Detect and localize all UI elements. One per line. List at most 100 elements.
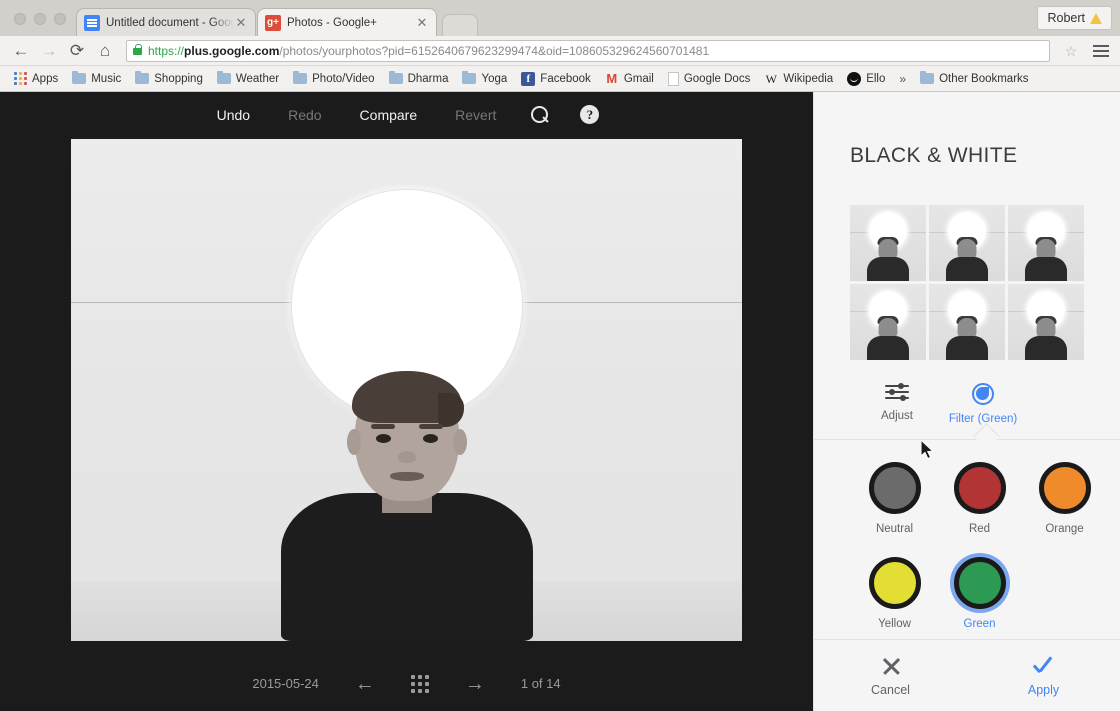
grid-view-button[interactable] — [393, 674, 447, 693]
bookmark-other-bookmarks[interactable]: Other Bookmarks — [914, 71, 1034, 87]
boy-mouth — [389, 472, 424, 481]
tab-title: Photos - Google+ — [287, 16, 377, 29]
preset-thumbnail-4[interactable] — [850, 284, 926, 360]
preset-thumbnail-3[interactable] — [1008, 205, 1084, 281]
grid-view-icon — [410, 674, 429, 693]
window-controls[interactable] — [8, 13, 76, 36]
bookmark-label: Photo/Video — [312, 72, 375, 85]
bookmark-label: Wikipedia — [783, 72, 834, 85]
boy-eyebrow-right — [418, 424, 443, 429]
apply-label: Apply — [1027, 682, 1060, 697]
filter-swatch-green[interactable]: Green — [937, 557, 1022, 630]
active-tab-notch — [814, 425, 1120, 435]
redo-button[interactable]: Redo — [269, 107, 340, 123]
photo-navigation-bar: 2015-05-24 ← → 1 of 14 — [0, 656, 813, 711]
folder-icon — [388, 71, 403, 84]
next-photo-button[interactable]: → — [447, 674, 503, 694]
photo-counter: 1 of 14 — [520, 676, 561, 691]
tab-adjust[interactable]: Adjust — [854, 383, 940, 422]
forward-arrow-icon[interactable]: → — [36, 39, 62, 63]
window-minimize-button[interactable] — [34, 13, 46, 25]
close-icon[interactable]: ✕ — [234, 16, 248, 29]
gmail-icon: M — [606, 71, 618, 86]
tab-untitled-document[interactable]: Untitled document - Goog ✕ — [76, 8, 256, 36]
bookmark-wikipedia[interactable]: W Wikipedia — [758, 71, 839, 87]
bookmarks-bar: Apps Music Shopping Weather Photo/Video … — [0, 66, 1120, 92]
bookmark-yoga[interactable]: Yoga — [456, 71, 513, 87]
home-icon[interactable]: ⌂ — [92, 39, 118, 63]
filter-swatch-neutral[interactable]: Neutral — [852, 462, 937, 535]
color-circle-red — [953, 462, 1006, 514]
back-arrow-icon[interactable]: ← — [8, 39, 34, 63]
revert-button[interactable]: Revert — [436, 107, 515, 123]
tab-photos-google-plus[interactable]: g+ Photos - Google+ ✕ — [257, 8, 437, 36]
close-icon[interactable]: ✕ — [415, 16, 429, 29]
folder-icon — [216, 71, 231, 84]
bookmark-label: Facebook — [540, 72, 591, 85]
bookmark-star-icon[interactable]: ☆ — [1058, 39, 1084, 63]
url-path: /photos/yourphotos?pid=61526406796232994… — [279, 43, 710, 58]
bookmark-dharma[interactable]: Dharma — [383, 71, 455, 87]
bookmark-photo-video[interactable]: Photo/Video — [287, 71, 380, 87]
photo-canvas[interactable] — [71, 139, 742, 641]
tab-title: Untitled document - Goog — [106, 16, 234, 29]
filter-swatch-orange[interactable]: Orange — [1022, 462, 1107, 535]
bookmark-label: Gmail — [623, 72, 654, 85]
tab-filter[interactable]: Filter (Green) — [940, 383, 1026, 425]
apply-button[interactable]: Apply — [967, 655, 1120, 697]
compare-button[interactable]: Compare — [341, 107, 437, 123]
user-profile-chip[interactable]: Robert — [1037, 6, 1112, 30]
swatch-label: Red — [968, 523, 991, 535]
previous-photo-button[interactable]: ← — [337, 674, 393, 694]
lock-icon — [133, 44, 142, 55]
zoom-button[interactable] — [515, 106, 564, 123]
document-icon — [667, 71, 679, 86]
sliders-icon — [885, 383, 909, 402]
bookmark-shopping[interactable]: Shopping — [129, 71, 209, 87]
preset-thumbnail-1[interactable] — [850, 205, 926, 281]
preset-thumbnail-5[interactable] — [929, 284, 1005, 360]
bookmark-music[interactable]: Music — [66, 71, 127, 87]
bookmarks-overflow-icon[interactable]: » — [893, 72, 912, 86]
bookmark-gmail[interactable]: M Gmail — [599, 70, 660, 87]
panel-footer: Cancel Apply — [814, 639, 1120, 711]
boy-subject — [272, 371, 542, 641]
boy-ear-right — [452, 429, 467, 455]
filter-swatch-grid: Neutral Red Orange Yellow Green — [852, 462, 1120, 630]
folder-icon — [135, 71, 150, 84]
panel-title: BLACK & WHITE — [850, 144, 1018, 167]
reload-icon[interactable]: ⟳ — [64, 39, 90, 63]
swatch-label: Green — [963, 618, 996, 630]
filter-swatch-red[interactable]: Red — [937, 462, 1022, 535]
editor-toolbar: Undo Redo Compare Revert ? — [0, 92, 813, 137]
preset-thumbnail-grid — [850, 205, 1120, 360]
bookmark-ello[interactable]: Ello — [841, 70, 891, 88]
preset-thumbnail-6[interactable] — [1008, 284, 1084, 360]
google-docs-icon — [84, 14, 100, 31]
bookmark-weather[interactable]: Weather — [211, 71, 285, 87]
new-tab-button[interactable] — [442, 14, 478, 36]
magnifier-plus-icon — [531, 106, 549, 123]
cancel-button[interactable]: Cancel — [814, 655, 967, 697]
close-x-icon — [880, 655, 902, 677]
undo-button[interactable]: Undo — [198, 107, 269, 123]
window-maximize-button[interactable] — [54, 13, 66, 25]
preset-thumbnail-2[interactable] — [929, 205, 1005, 281]
browser-window: Untitled document - Goog ✕ g+ Photos - G… — [0, 0, 1120, 711]
filter-swatch-yellow[interactable]: Yellow — [852, 557, 937, 630]
hamburger-menu-icon[interactable] — [1086, 39, 1112, 63]
address-bar[interactable]: https://plus.google.com/photos/yourphoto… — [126, 39, 1050, 62]
bookmark-facebook[interactable]: f Facebook — [515, 70, 597, 88]
color-circle-yellow — [868, 557, 921, 609]
window-close-button[interactable] — [14, 13, 26, 25]
boy-ear-left — [346, 429, 361, 455]
folder-icon — [920, 71, 935, 84]
arrow-right-icon: → — [464, 672, 485, 695]
folder-icon — [462, 71, 477, 84]
bookmark-google-docs[interactable]: Google Docs — [662, 70, 756, 88]
bookmark-label: Yoga — [481, 72, 508, 85]
boy-nose — [397, 451, 416, 463]
help-button[interactable]: ? — [564, 105, 615, 124]
bookmark-apps[interactable]: Apps — [8, 70, 64, 87]
swatch-label: Yellow — [878, 618, 911, 630]
